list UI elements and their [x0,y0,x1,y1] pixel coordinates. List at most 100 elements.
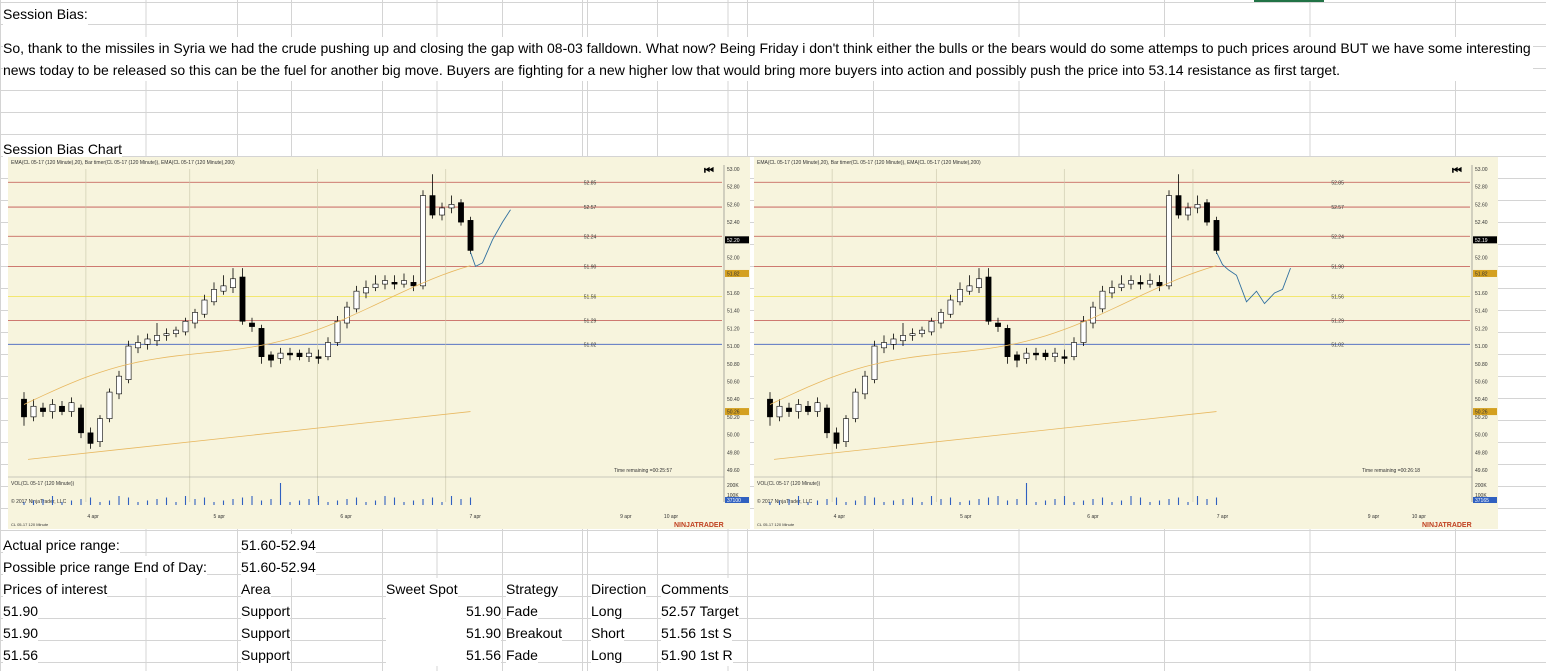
row-comment[interactable]: 52.57 Target [661,600,739,622]
row-direction[interactable]: Long [591,600,623,622]
candle-body [68,402,75,412]
x-date-label: 5 apr [960,514,972,520]
session-bias-text[interactable]: So, thank to the missiles in Syria we ha… [3,37,1533,81]
row-strategy[interactable]: Fade [506,644,538,666]
candle-body [344,306,350,324]
candle-body [49,404,56,412]
candle-body [1014,354,1020,361]
row-price[interactable]: 51.90 [3,622,39,644]
actual-range-value[interactable]: 51.60-52.94 [241,534,316,556]
y-tick-label: 52.00 [1475,256,1488,262]
level-label: 51.02 [1331,342,1344,348]
header-prices-of-interest[interactable]: Prices of interest [3,578,108,600]
candle-body [919,329,925,334]
y-tick-label: 51.00 [727,344,740,350]
drawn-projection-line [470,209,511,268]
ema200-price-tag-text: 50.26 [1475,410,1488,416]
candle-body [78,407,84,434]
ema20-line [23,265,471,405]
row-price[interactable]: 51.90 [3,600,39,622]
candle-body [1080,320,1087,343]
y-tick-label: 52.40 [727,220,740,226]
candle-body [211,289,217,303]
candle-body [909,333,916,336]
ninjatrader-logo: NINJATRADER [1422,522,1472,529]
row-strategy[interactable]: Breakout [506,622,563,644]
candle-body [467,220,474,251]
y-tick-label: 50.00 [727,433,740,439]
y-tick-label: 52.60 [1475,202,1488,208]
candle-body [363,287,369,294]
candle-body [106,391,113,419]
y-tick-label: 51.60 [1475,291,1488,297]
level-label: 51.29 [1331,318,1344,324]
candle-body [833,432,840,444]
candle-body [87,432,94,444]
y-tick-label: 50.80 [1475,362,1488,368]
row-area[interactable]: Support [241,600,291,622]
y-tick-label: 51.40 [1475,309,1488,315]
actual-range-label[interactable]: Actual price range: [3,534,120,556]
row-area[interactable]: Support [241,644,291,666]
y-tick-label: 52.40 [1475,220,1488,226]
header-comments[interactable]: Comments [661,578,729,600]
possible-range-label[interactable]: Possible price range End of Day: [3,556,207,578]
header-sweet-spot[interactable]: Sweet Spot [386,578,458,600]
candle-body [59,405,65,412]
candle-body [767,398,773,418]
session-bias-label[interactable]: Session Bias: [3,3,88,25]
y-tick-label: 53.00 [727,167,740,173]
x-date-label: 6 apr [1087,514,1099,520]
candle-body [249,322,255,327]
instrument-label: CL 05-17 120 Minute [11,522,49,527]
chart-1-canvas: EMA(CL 05-17 (120 Minute),20), Bar timer… [8,160,749,529]
candle-body [1090,306,1096,324]
y-tick-label: 49.80 [727,450,740,456]
last-price-tag-text: 52.19 [1475,238,1488,244]
candle-body [325,342,331,357]
header-strategy[interactable]: Strategy [506,578,559,600]
session-bias-chart-1[interactable]: EMA(CL 05-17 (120 Minute),20), Bar timer… [8,157,750,529]
x-date-label: 7 apr [1217,514,1229,520]
candle-body [1061,356,1068,359]
x-date-label: 10 apr [1412,514,1427,520]
candle-body [182,320,189,333]
row-sweet-spot[interactable]: 51.90 [386,622,501,644]
candle-body [277,352,284,359]
candle-body [1137,282,1144,285]
row-area[interactable]: Support [241,622,291,644]
row-comment[interactable]: 51.56 1st S [661,622,732,644]
candle-body [1042,352,1049,357]
time-remaining-text: Time remaining =00:25:57 [614,468,672,474]
header-direction[interactable]: Direction [591,578,647,600]
ninjatrader-logo: NINJATRADER [674,522,724,529]
candle-body [315,356,322,359]
y-tick-label: 49.60 [1475,468,1488,474]
candle-body [890,338,897,345]
candle-body [21,398,27,418]
session-bias-chart-2[interactable]: EMA(CL 05-17 (120 Minute),20), Bar timer… [754,157,1498,529]
candle-body [40,407,46,412]
row-comment[interactable]: 51.90 1st R [661,644,733,666]
candle-body [1194,204,1201,209]
candle-body [957,289,963,303]
y-tick-label: 51.40 [727,309,740,315]
candle-body [871,345,878,381]
candle-body [862,375,868,395]
y-tick-label: 49.60 [727,468,740,474]
candle-body [1071,342,1077,357]
level-label: 52.57 [1331,205,1344,211]
row-price[interactable]: 51.56 [3,644,39,666]
row-sweet-spot[interactable]: 51.90 [386,600,501,622]
level-label: 51.90 [584,264,597,270]
drawn-projection-line [1216,252,1291,305]
candle-body [30,405,37,418]
x-date-label: 9 apr [620,514,632,520]
header-area[interactable]: Area [241,578,271,600]
possible-range-value[interactable]: 51.60-52.94 [241,556,316,578]
candle-body [230,278,236,288]
row-sweet-spot[interactable]: 51.56 [386,644,501,666]
row-direction[interactable]: Short [591,622,625,644]
row-strategy[interactable]: Fade [506,600,538,622]
row-direction[interactable]: Long [591,644,623,666]
